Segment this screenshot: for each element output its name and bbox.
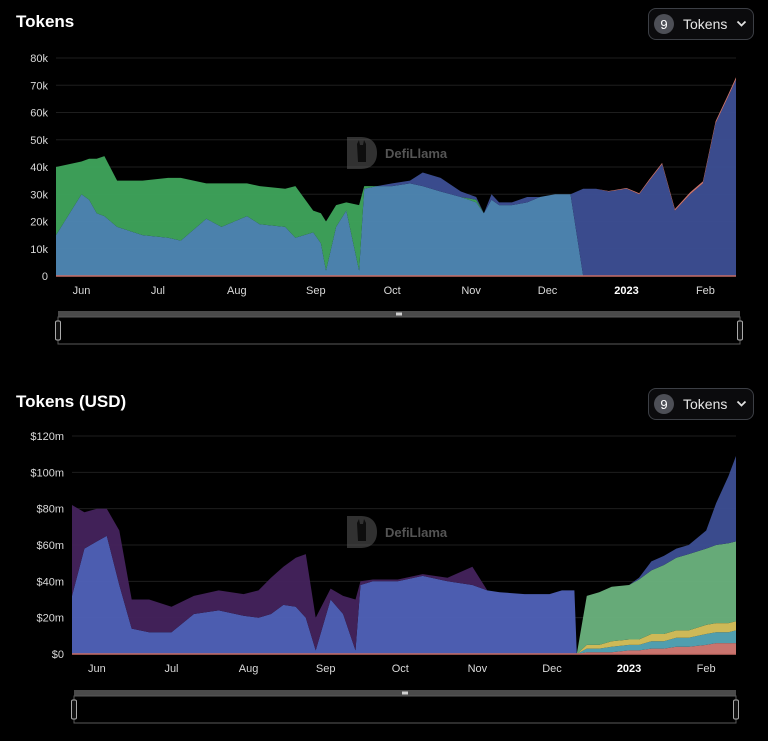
zoom-window[interactable] (57, 316, 741, 345)
watermark: DefiLlama (345, 135, 447, 171)
zoom-range-slider[interactable] (70, 687, 740, 727)
zoom-grip-icon[interactable] (402, 691, 408, 695)
y-tick-label: 80k (30, 53, 48, 65)
defillama-logo-icon (347, 516, 377, 548)
y-tick-label: 20k (30, 217, 48, 229)
tokens-usd-chart-panel: Tokens (USD) 9 Tokens $0 $20m $40m $60m $80m… (0, 380, 768, 741)
y-tick-label: 10k (30, 244, 48, 256)
x-tick-label: Aug (239, 663, 259, 675)
x-tick-label: Dec (542, 663, 562, 675)
x-tick-label: Sep (316, 663, 336, 675)
y-tick-label: $40m (36, 576, 64, 588)
zoom-window[interactable] (73, 695, 737, 724)
defillama-logo-icon (347, 137, 377, 169)
selected-count-badge: 9 (654, 14, 674, 34)
x-tick-label: Feb (696, 285, 715, 297)
y-tick-label: 40k (30, 162, 48, 174)
zoom-grip-icon[interactable] (396, 312, 402, 316)
token-selector-dropdown[interactable]: 9 Tokens (648, 388, 754, 420)
watermark-text: DefiLlama (385, 145, 448, 161)
selected-count-badge: 9 (654, 394, 674, 414)
x-tick-label: 2023 (617, 663, 641, 675)
tokens-chart-panel: Tokens 9 Tokens 0 10k 20k 30k 40k 50k 60k 70k 80… (0, 0, 768, 370)
y-tick-label: $100m (30, 467, 64, 479)
x-tick-label: Jul (164, 663, 178, 675)
y-tick-label: 50k (30, 135, 48, 147)
y-tick-label: $60m (36, 540, 64, 552)
selector-label: Tokens (683, 16, 728, 32)
y-tick-label: 0 (42, 271, 48, 283)
zoom-handle-right[interactable] (733, 699, 739, 720)
x-tick-label: Sep (306, 285, 326, 297)
y-tick-label: $0 (52, 649, 64, 661)
x-tick-label: Aug (227, 285, 247, 297)
chevron-down-icon (737, 400, 747, 407)
y-tick-label: 60k (30, 108, 48, 120)
zoom-handle-left[interactable] (71, 699, 77, 720)
x-tick-label: Dec (538, 285, 558, 297)
tokens-usd-area-chart[interactable]: $0 $20m $40m $60m $80m $100m $120m Jun Jul Aug Sep… (0, 425, 768, 730)
y-tick-label: $120m (30, 431, 64, 443)
selector-label: Tokens (683, 396, 728, 412)
zoom-range-slider[interactable] (54, 308, 744, 348)
y-tick-label: $80m (36, 504, 64, 516)
y-tick-label: 30k (30, 189, 48, 201)
x-tick-label: Nov (461, 285, 481, 297)
x-tick-label: Feb (697, 663, 716, 675)
chart-title: Tokens (16, 12, 75, 31)
x-tick-label: Jun (73, 285, 91, 297)
x-tick-label: Oct (392, 663, 409, 675)
x-tick-label: Oct (384, 285, 401, 297)
y-tick-label: 70k (30, 80, 48, 92)
watermark-text: DefiLlama (385, 524, 448, 540)
y-tick-label: $20m (36, 613, 64, 625)
chart-title: Tokens (USD) (16, 392, 127, 411)
x-tick-label: 2023 (614, 285, 638, 297)
x-tick-label: Nov (468, 663, 488, 675)
x-tick-label: Jul (151, 285, 165, 297)
watermark: DefiLlama (345, 514, 447, 550)
chevron-down-icon (737, 20, 747, 27)
token-selector-dropdown[interactable]: 9 Tokens (648, 8, 754, 40)
x-tick-label: Jun (88, 663, 106, 675)
zoom-handle-right[interactable] (737, 320, 743, 341)
zoom-handle-left[interactable] (55, 320, 61, 341)
